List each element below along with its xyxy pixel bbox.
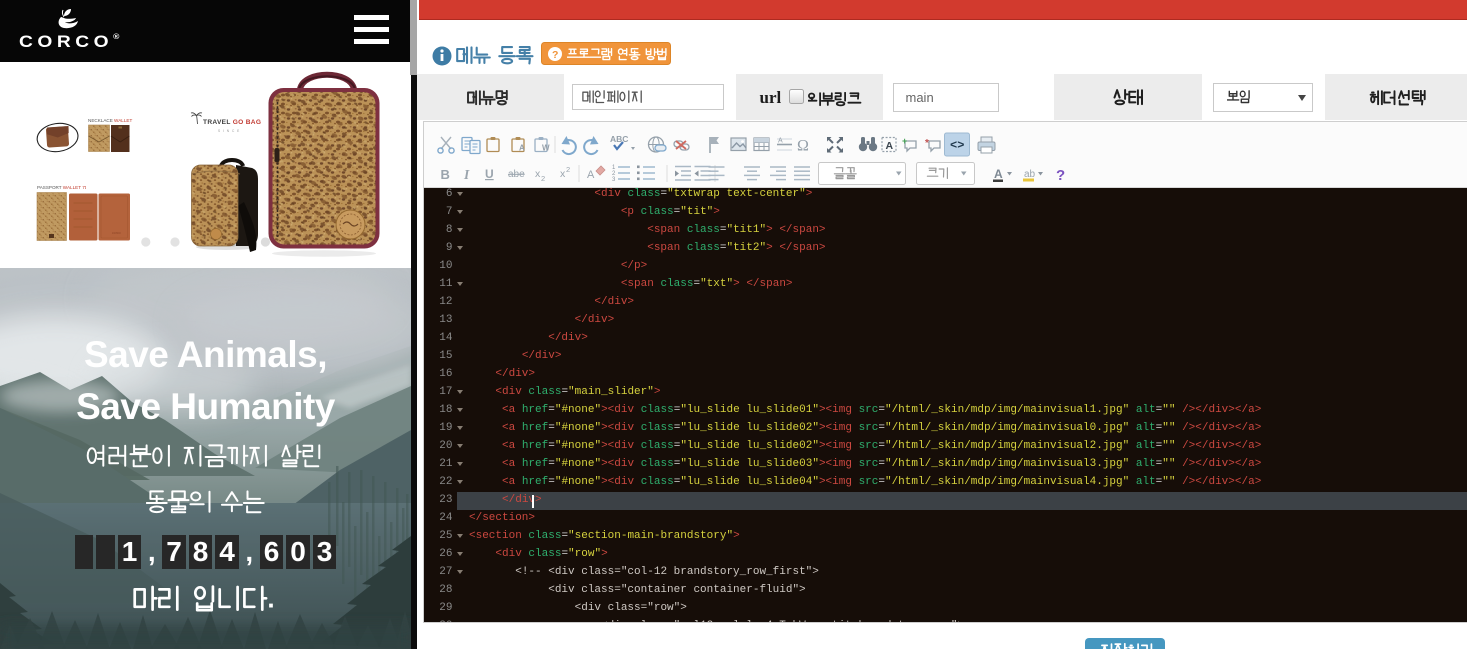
svg-text:A: A: [519, 144, 525, 153]
svg-text:*: *: [925, 138, 929, 149]
svg-text:NECKLACE WALLET: NECKLACE WALLET: [88, 118, 132, 123]
svg-text:.: .: [267, 585, 274, 613]
svg-text:U: U: [485, 167, 494, 181]
svg-text:?: ?: [1056, 167, 1065, 184]
svg-text:corco: corco: [112, 231, 121, 235]
svg-text:<>: <>: [950, 139, 964, 153]
svg-text:ab: ab: [1024, 169, 1036, 180]
svg-text:A: A: [587, 169, 595, 181]
svg-text:TRAVEL GO BAG: TRAVEL GO BAG: [203, 119, 261, 126]
svg-text:A: A: [778, 138, 783, 145]
svg-text:2: 2: [566, 165, 570, 174]
svg-text:2: 2: [541, 174, 545, 183]
svg-text:Ω: Ω: [797, 138, 809, 155]
svg-text:abe: abe: [508, 169, 525, 180]
svg-text:B: B: [440, 167, 449, 182]
svg-text:3: 3: [612, 177, 616, 183]
svg-text:A: A: [885, 140, 893, 152]
svg-text:PASSPORT WALLET 7t: PASSPORT WALLET 7t: [37, 185, 87, 190]
svg-text:S I N C E: S I N C E: [218, 129, 240, 133]
svg-text:A: A: [994, 167, 1003, 181]
svg-text:I: I: [463, 167, 470, 182]
svg-text:W: W: [542, 144, 550, 153]
svg-text:ABC: ABC: [610, 134, 628, 144]
svg-text:?: ?: [552, 48, 558, 60]
svg-text:+: +: [902, 136, 907, 146]
